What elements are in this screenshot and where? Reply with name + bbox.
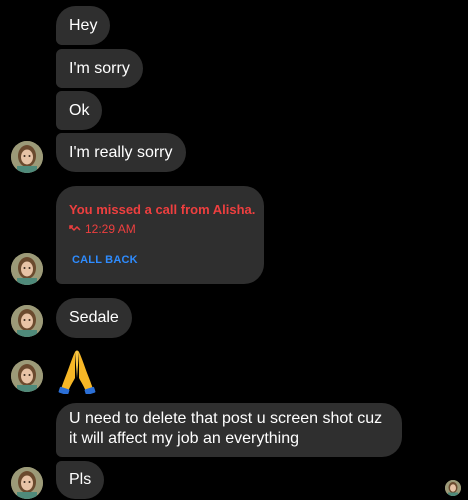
avatar-image [11,467,43,499]
message-bubble[interactable]: I'm really sorry [56,133,186,172]
avatar-image [11,141,43,173]
message-bubble[interactable]: Sedale [56,298,132,338]
avatar[interactable] [11,253,43,285]
avatar-image [11,360,43,392]
message-text: I'm sorry [69,59,130,77]
pray-emoji-icon[interactable] [58,348,96,394]
message-text: Ok [69,101,90,119]
seen-avatar-image [445,480,461,496]
message-text: Hey [69,16,98,34]
avatar[interactable] [11,141,43,173]
avatar[interactable] [11,305,43,337]
missed-call-icon [69,224,81,234]
seen-avatar [445,480,461,496]
avatar[interactable] [11,360,43,392]
missed-call-title: You missed a call from Alisha. [69,202,256,217]
call-back-button[interactable]: CALL BACK [72,254,138,266]
message-bubble[interactable]: Hey [56,6,111,45]
message-text: Pls [69,471,92,488]
missed-call-time-row: 12:29 AM [69,222,136,236]
message-bubble[interactable]: Pls [56,461,105,499]
avatar-image [11,305,43,337]
message-text: I'm really sorry [69,143,173,161]
message-bubble[interactable]: I'm sorry [56,49,143,88]
avatar[interactable] [11,467,43,499]
message-text: U need to delete that post u screen shot… [69,410,383,447]
avatar-image [11,253,43,285]
missed-call-time: 12:29 AM [85,222,136,236]
message-bubble[interactable]: Ok [56,91,103,130]
message-bubble[interactable]: U need to delete that post u screen shot… [56,403,402,457]
message-text: Sedale [69,309,119,326]
missed-call-card[interactable]: You missed a call from Alisha. 12:29 AM … [56,186,264,284]
